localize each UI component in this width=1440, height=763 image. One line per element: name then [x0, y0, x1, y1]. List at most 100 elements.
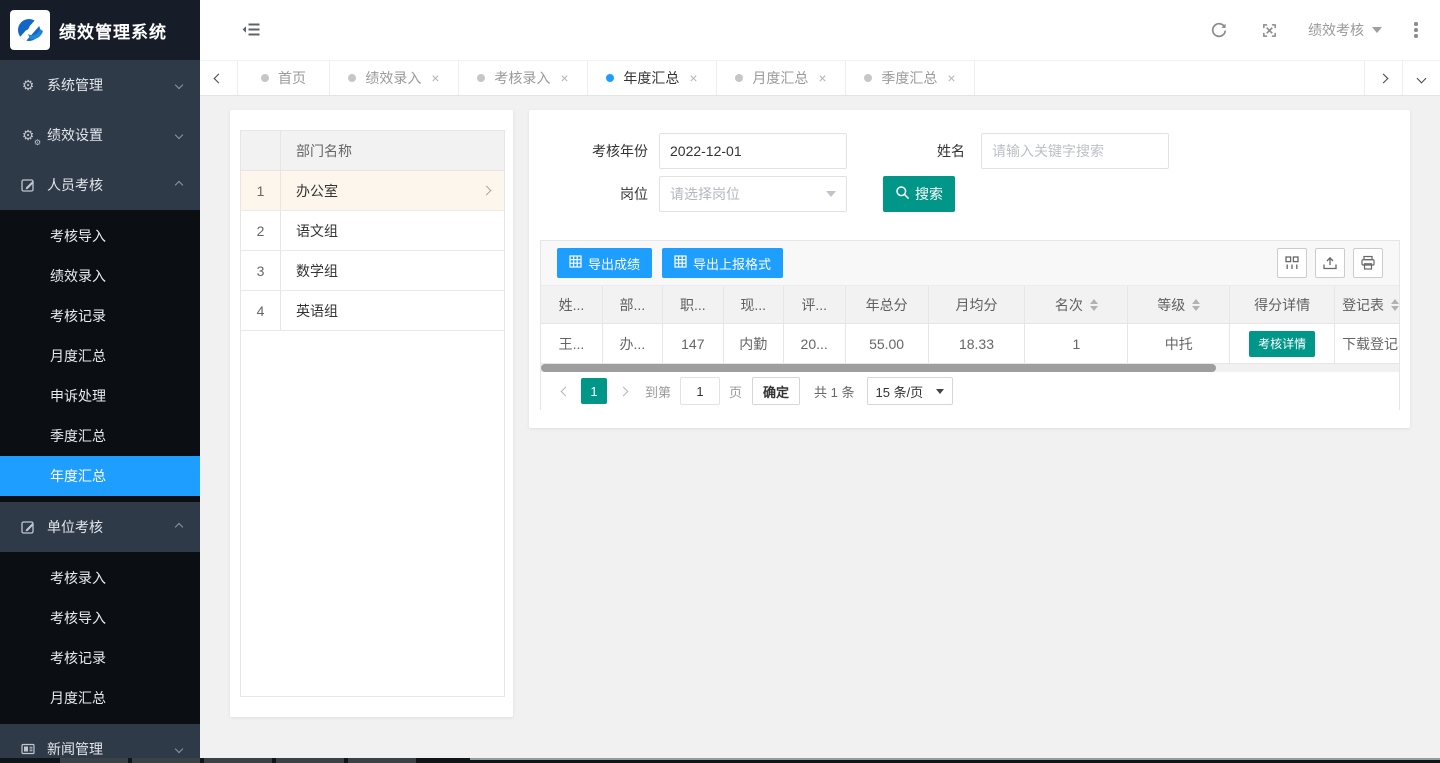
sidebar: 绩效管理系统 ⚙ 系统管理 ⚙⚙ 绩效设置 人员考核 考核导入 绩效录入 考核记… [0, 0, 200, 763]
assess-detail-button[interactable]: 考核详情 [1249, 331, 1315, 357]
horizontal-scrollbar [541, 364, 1399, 372]
row-index: 3 [241, 251, 281, 290]
sidebar-item-personnel-assess[interactable]: 人员考核 [0, 160, 200, 210]
sidebar-item-unit-assess[interactable]: 单位考核 [0, 502, 200, 552]
sidebar-item-unit-assess-entry[interactable]: 考核录入 [0, 558, 200, 598]
fullscreen-icon[interactable] [1244, 0, 1294, 60]
table-row[interactable]: 王... 办... 147 内勤 20... 55.00 18.33 1 中托 … [541, 324, 1399, 364]
menu-label: 单位考核 [47, 517, 176, 537]
total-count-label: 共 1 条 [814, 382, 854, 401]
col-header-label: 登记表 [1342, 295, 1384, 315]
sidebar-item-assess-import[interactable]: 考核导入 [0, 216, 200, 256]
tabs-menu-icon[interactable] [1402, 61, 1440, 95]
topbar-actions: 绩效考核 [1194, 0, 1436, 60]
sidebar-item-perf-settings[interactable]: ⚙⚙ 绩效设置 [0, 110, 200, 160]
user-dropdown[interactable]: 绩效考核 [1294, 0, 1396, 60]
close-icon[interactable]: × [431, 71, 439, 85]
close-icon[interactable]: × [947, 71, 955, 85]
name-search-input[interactable] [981, 133, 1169, 169]
sidebar-item-unit-monthly-summary[interactable]: 月度汇总 [0, 678, 200, 718]
goto-page-input[interactable] [680, 377, 720, 405]
caret-down-icon [826, 191, 836, 197]
export-icon[interactable] [1315, 248, 1345, 278]
col-header[interactable]: 姓... [541, 286, 603, 323]
menu-label: 人员考核 [47, 175, 176, 195]
current-page-button[interactable]: 1 [581, 378, 607, 404]
tab-dot-icon [477, 74, 485, 82]
confirm-page-button[interactable]: 确定 [752, 377, 800, 405]
sidebar-item-perf-entry[interactable]: 绩效录入 [0, 256, 200, 296]
chevron-right-icon [482, 186, 492, 196]
table-row[interactable]: 3 数学组 [241, 251, 504, 291]
sort-icon[interactable] [1192, 299, 1200, 311]
refresh-icon[interactable] [1194, 0, 1244, 60]
department-table-header: 部门名称 [241, 131, 504, 171]
year-input[interactable] [659, 133, 847, 169]
tab-perf-entry[interactable]: 绩效录入 × [330, 61, 459, 95]
sidebar-item-system-mgmt[interactable]: ⚙ 系统管理 [0, 60, 200, 110]
tab-dot-icon [864, 74, 872, 82]
sort-icon[interactable] [1090, 299, 1098, 311]
tab-dot-icon [735, 74, 743, 82]
filter-columns-icon[interactable] [1277, 248, 1307, 278]
page-size-select[interactable]: 15 条/页 [867, 377, 953, 405]
export-report-format-label: 导出上报格式 [693, 254, 771, 273]
col-header[interactable]: 现... [724, 286, 784, 323]
tab-annual-summary[interactable]: 年度汇总 × [588, 61, 717, 95]
print-icon[interactable] [1353, 248, 1383, 278]
cell-eval-period: 20... [784, 324, 846, 363]
logo-bar: 绩效管理系统 [0, 0, 200, 60]
search-icon [895, 185, 910, 203]
sidebar-item-quarterly-summary[interactable]: 季度汇总 [0, 416, 200, 456]
col-header-sortable[interactable]: 等级 [1128, 286, 1230, 323]
sort-icon[interactable] [1391, 299, 1399, 311]
more-vertical-icon[interactable] [1396, 22, 1436, 38]
tab-label: 首页 [278, 68, 306, 88]
cell-detail: 考核详情 [1230, 324, 1335, 363]
tab-monthly-summary[interactable]: 月度汇总 × [717, 61, 846, 95]
col-header[interactable]: 部... [603, 286, 663, 323]
tab-label: 考核录入 [494, 68, 550, 88]
table-row[interactable]: 1 办公室 [241, 171, 504, 211]
export-scores-button[interactable]: 导出成绩 [557, 248, 652, 278]
col-header[interactable]: 得分详情 [1230, 286, 1335, 323]
col-header[interactable]: 月均分 [929, 286, 1026, 323]
tab-label: 季度汇总 [881, 68, 937, 88]
col-header-sortable[interactable]: 登记表 [1335, 286, 1399, 323]
col-header-sortable[interactable]: 名次 [1025, 286, 1128, 323]
cell-year-total: 55.00 [846, 324, 929, 363]
chevron-up-icon [175, 523, 183, 531]
sidebar-item-appeal-handling[interactable]: 申诉处理 [0, 376, 200, 416]
tab-dot-icon [606, 74, 614, 82]
close-icon[interactable]: × [560, 71, 568, 85]
sidebar-item-assess-records[interactable]: 考核记录 [0, 296, 200, 336]
export-report-format-button[interactable]: 导出上报格式 [662, 248, 783, 278]
topbar: 绩效考核 [200, 0, 1440, 60]
table-row[interactable]: 2 语文组 [241, 211, 504, 251]
next-page-icon[interactable] [611, 378, 635, 404]
sidebar-item-unit-assess-records[interactable]: 考核记录 [0, 638, 200, 678]
tab-home[interactable]: 首页 [238, 61, 330, 95]
col-header[interactable]: 年总分 [846, 286, 929, 323]
search-button[interactable]: 搜索 [883, 176, 955, 212]
prev-page-icon[interactable] [553, 378, 577, 404]
gears-icon: ⚙⚙ [20, 127, 36, 144]
sidebar-item-unit-assess-import[interactable]: 考核导入 [0, 598, 200, 638]
sidebar-item-monthly-summary[interactable]: 月度汇总 [0, 336, 200, 376]
tabs-scroll-left-icon[interactable] [200, 61, 238, 95]
download-register-link[interactable]: 下载登记表 [1342, 334, 1399, 354]
col-header[interactable]: 职... [663, 286, 724, 323]
scrollbar-thumb[interactable] [541, 364, 1216, 372]
tab-assess-entry[interactable]: 考核录入 × [459, 61, 588, 95]
tabs-scroll-right-icon[interactable] [1364, 61, 1402, 95]
sidebar-item-annual-summary[interactable]: 年度汇总 [0, 456, 200, 496]
col-header[interactable]: 评... [784, 286, 846, 323]
tab-label: 月度汇总 [752, 68, 808, 88]
post-select[interactable]: 请选择岗位 [659, 176, 847, 212]
close-icon[interactable]: × [818, 71, 826, 85]
col-header-label: 名次 [1055, 295, 1083, 315]
close-icon[interactable]: × [689, 71, 697, 85]
tab-quarterly-summary[interactable]: 季度汇总 × [846, 61, 975, 95]
table-row[interactable]: 4 英语组 [241, 291, 504, 331]
collapse-sidebar-icon[interactable] [242, 21, 261, 41]
